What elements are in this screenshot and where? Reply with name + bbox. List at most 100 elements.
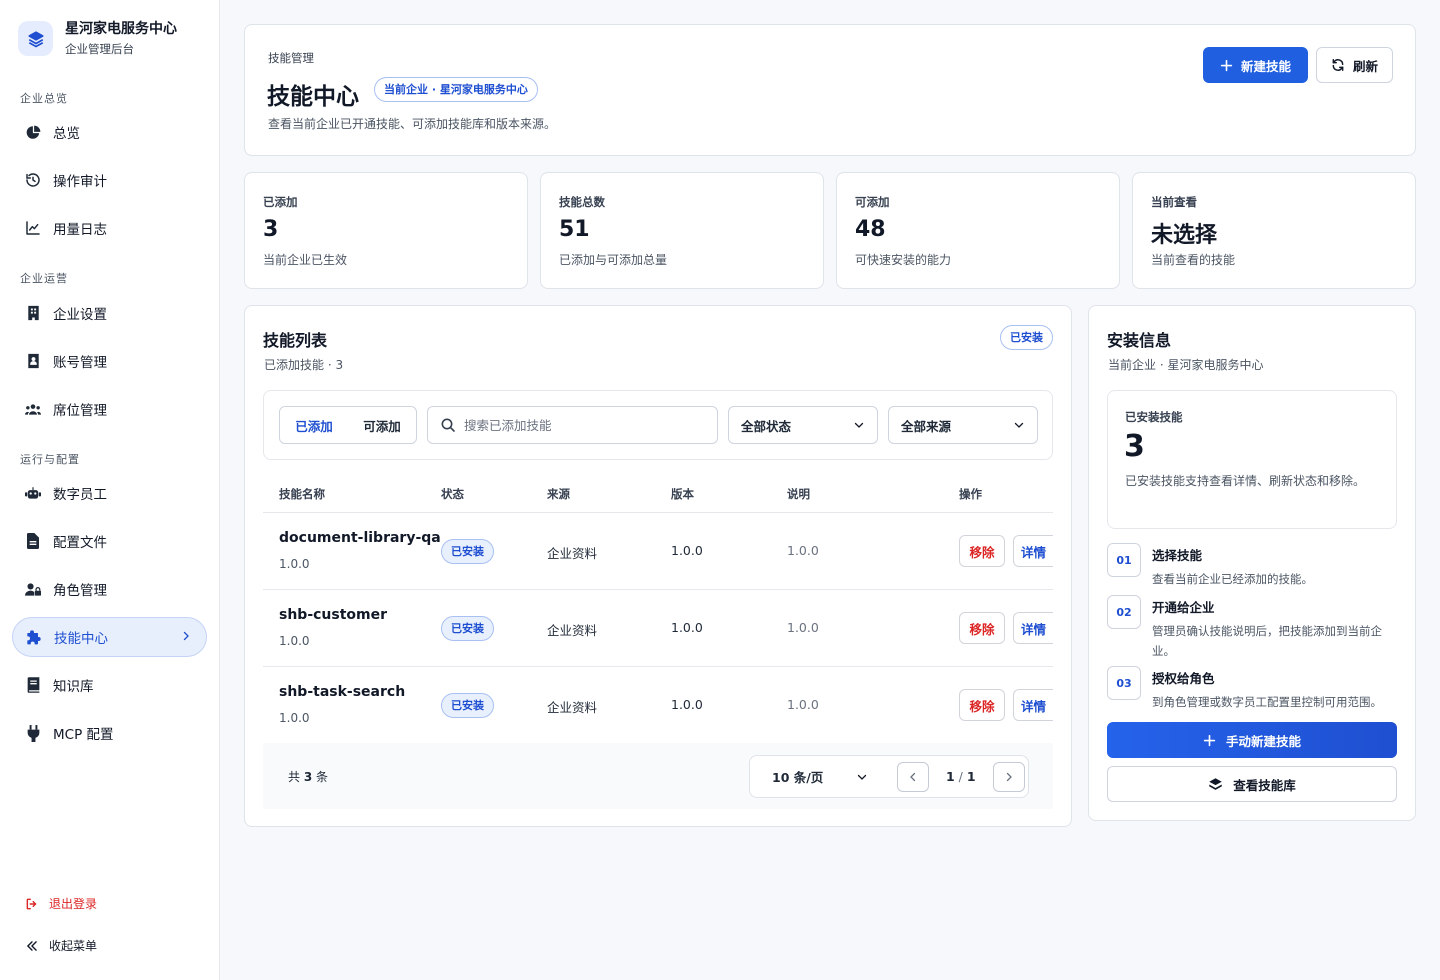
step-desc: 查看当前企业已经添加的技能。 xyxy=(1152,572,1313,586)
column-header-version: 版本 xyxy=(671,487,694,501)
tab-available[interactable]: 可添加 xyxy=(348,416,416,435)
chevron-left-icon xyxy=(910,772,916,782)
collapse-menu-button[interactable]: 收起菜单 xyxy=(25,937,97,954)
installed-summary: 已安装技能 3 已安装技能支持查看详情、刷新状态和移除。 xyxy=(1107,390,1397,529)
breadcrumb: 技能管理 xyxy=(268,51,314,65)
enterprise-badge: 当前企业 · 星河家电服务中心 xyxy=(374,77,538,102)
sidebar-item-seats[interactable]: 席位管理 xyxy=(12,389,207,429)
view-skill-library-button[interactable]: 查看技能库 xyxy=(1107,766,1397,802)
sidebar-item-label: 配置文件 xyxy=(53,535,107,551)
sidebar-item-audit[interactable]: 操作审计 xyxy=(12,160,207,200)
stat-desc: 当前查看的技能 xyxy=(1151,253,1236,267)
sidebar-item-usage[interactable]: 用量日志 xyxy=(12,208,207,248)
skill-version-sub: 1.0.0 xyxy=(279,711,310,725)
sidebar-item-knowledge[interactable]: 知识库 xyxy=(12,665,207,705)
page-current: 1 xyxy=(946,769,955,784)
refresh-button[interactable]: 刷新 xyxy=(1316,47,1393,83)
manual-create-label: 手动新建技能 xyxy=(1225,733,1301,749)
nav-section-overview: 企业总览 xyxy=(20,92,68,105)
sidebar: 星河家电服务中心 企业管理后台 企业总览 总览 操作审计 用量日志 企业运营 企… xyxy=(0,0,220,980)
page-size-select[interactable]: 10 条/页 xyxy=(750,756,890,797)
page-size-value: 10 条/页 xyxy=(772,770,824,785)
stat-label: 已添加 xyxy=(263,195,298,209)
new-skill-button[interactable]: 新建技能 xyxy=(1203,47,1308,83)
sidebar-item-label: 角色管理 xyxy=(53,583,107,599)
column-header-actions: 操作 xyxy=(959,487,982,501)
tab-switch: 已添加 可添加 xyxy=(279,406,417,444)
next-page-button[interactable] xyxy=(993,762,1025,792)
total-prefix: 共 xyxy=(288,770,301,784)
install-info-title: 安装信息 xyxy=(1107,331,1172,350)
logout-label: 退出登录 xyxy=(49,897,98,911)
nav-section-runtime: 运行与配置 xyxy=(20,453,80,466)
skill-version-sub: 1.0.0 xyxy=(279,634,310,648)
sidebar-item-mcp[interactable]: MCP 配置 xyxy=(12,713,207,753)
brand-name: 星河家电服务中心 xyxy=(65,21,177,37)
skill-list-card: 技能列表 已添加技能 · 3 已安装 已添加 可添加 全部状态 全部来源 技能名… xyxy=(244,305,1072,827)
brand: 星河家电服务中心 企业管理后台 xyxy=(18,20,177,57)
step-title: 授权给角色 xyxy=(1152,671,1215,686)
sidebar-item-label: 知识库 xyxy=(53,679,94,695)
sidebar-item-digital-staff[interactable]: 数字员工 xyxy=(12,473,207,513)
remove-button[interactable]: 移除 xyxy=(959,689,1005,721)
search-box xyxy=(427,406,718,444)
stat-value: 未选择 xyxy=(1151,223,1218,248)
table-row: shb-customer 1.0.0 已安装 企业资料 1.0.0 1.0.0 … xyxy=(263,590,1053,667)
pie-chart-icon xyxy=(25,124,41,140)
manual-create-skill-button[interactable]: 手动新建技能 xyxy=(1107,722,1397,758)
installed-summary-label: 已安装技能 xyxy=(1125,410,1183,424)
skill-name: document-library-qa xyxy=(279,530,441,546)
status-badge: 已安装 xyxy=(441,693,494,718)
page-title: 技能中心 xyxy=(267,84,359,110)
chevron-right-icon xyxy=(1006,772,1012,782)
skill-version: 1.0.0 xyxy=(671,697,703,712)
step-title: 开通给企业 xyxy=(1152,600,1215,615)
book-icon xyxy=(25,677,41,693)
total-count: 共 3 条 xyxy=(288,768,328,785)
collapse-label: 收起菜单 xyxy=(49,939,98,953)
header-card: 技能管理 技能中心 当前企业 · 星河家电服务中心 查看当前企业已开通技能、可添… xyxy=(244,24,1416,156)
sidebar-item-label: 总览 xyxy=(53,126,80,142)
prev-page-button[interactable] xyxy=(897,762,929,792)
stat-card-added: 已添加 3 当前企业已生效 xyxy=(244,172,528,289)
layers-icon xyxy=(1209,777,1222,790)
sidebar-item-overview[interactable]: 总览 xyxy=(12,112,207,152)
remove-button[interactable]: 移除 xyxy=(959,535,1005,567)
installed-badge: 已安装 xyxy=(1000,325,1053,350)
puzzle-icon xyxy=(26,629,42,645)
remove-button[interactable]: 移除 xyxy=(959,612,1005,644)
source-filter-select[interactable]: 全部来源 xyxy=(888,406,1038,444)
sidebar-item-label: 数字员工 xyxy=(53,487,107,503)
tab-added[interactable]: 已添加 xyxy=(280,416,348,435)
stat-label: 当前查看 xyxy=(1151,195,1197,209)
status-badge: 已安装 xyxy=(441,539,494,564)
column-header-name: 技能名称 xyxy=(279,487,325,501)
status-filter-select[interactable]: 全部状态 xyxy=(728,406,878,444)
table-row: document-library-qa 1.0.0 已安装 企业资料 1.0.0… xyxy=(263,513,1053,590)
detail-button[interactable]: 详情 xyxy=(1013,535,1053,567)
new-skill-label: 新建技能 xyxy=(1240,58,1291,74)
detail-button[interactable]: 详情 xyxy=(1013,689,1053,721)
stat-value: 3 xyxy=(263,217,279,242)
logout-icon xyxy=(26,898,37,909)
search-input[interactable] xyxy=(464,417,694,433)
skill-name: shb-customer xyxy=(279,607,388,623)
sidebar-item-skills[interactable]: 技能中心 xyxy=(12,617,207,657)
sidebar-item-settings[interactable]: 企业设置 xyxy=(12,293,207,333)
status-badge: 已安装 xyxy=(441,616,494,641)
stat-value: 48 xyxy=(855,217,886,242)
double-chevron-left-icon xyxy=(26,940,37,951)
chevron-down-icon xyxy=(854,422,864,428)
step-number: 01 xyxy=(1107,543,1141,577)
skill-version: 1.0.0 xyxy=(671,620,703,635)
skill-version: 1.0.0 xyxy=(671,543,703,558)
skill-source: 企业资料 xyxy=(547,546,598,561)
detail-button[interactable]: 详情 xyxy=(1013,612,1053,644)
page-separator: / xyxy=(954,769,967,784)
logout-button[interactable]: 退出登录 xyxy=(25,895,97,912)
sidebar-item-roles[interactable]: 角色管理 xyxy=(12,569,207,609)
sidebar-item-config-files[interactable]: 配置文件 xyxy=(12,521,207,561)
status-filter-value: 全部状态 xyxy=(741,418,792,434)
sidebar-item-accounts[interactable]: 账号管理 xyxy=(12,341,207,381)
step-desc: 到角色管理或数字员工配置里控制可用范围。 xyxy=(1152,695,1382,709)
